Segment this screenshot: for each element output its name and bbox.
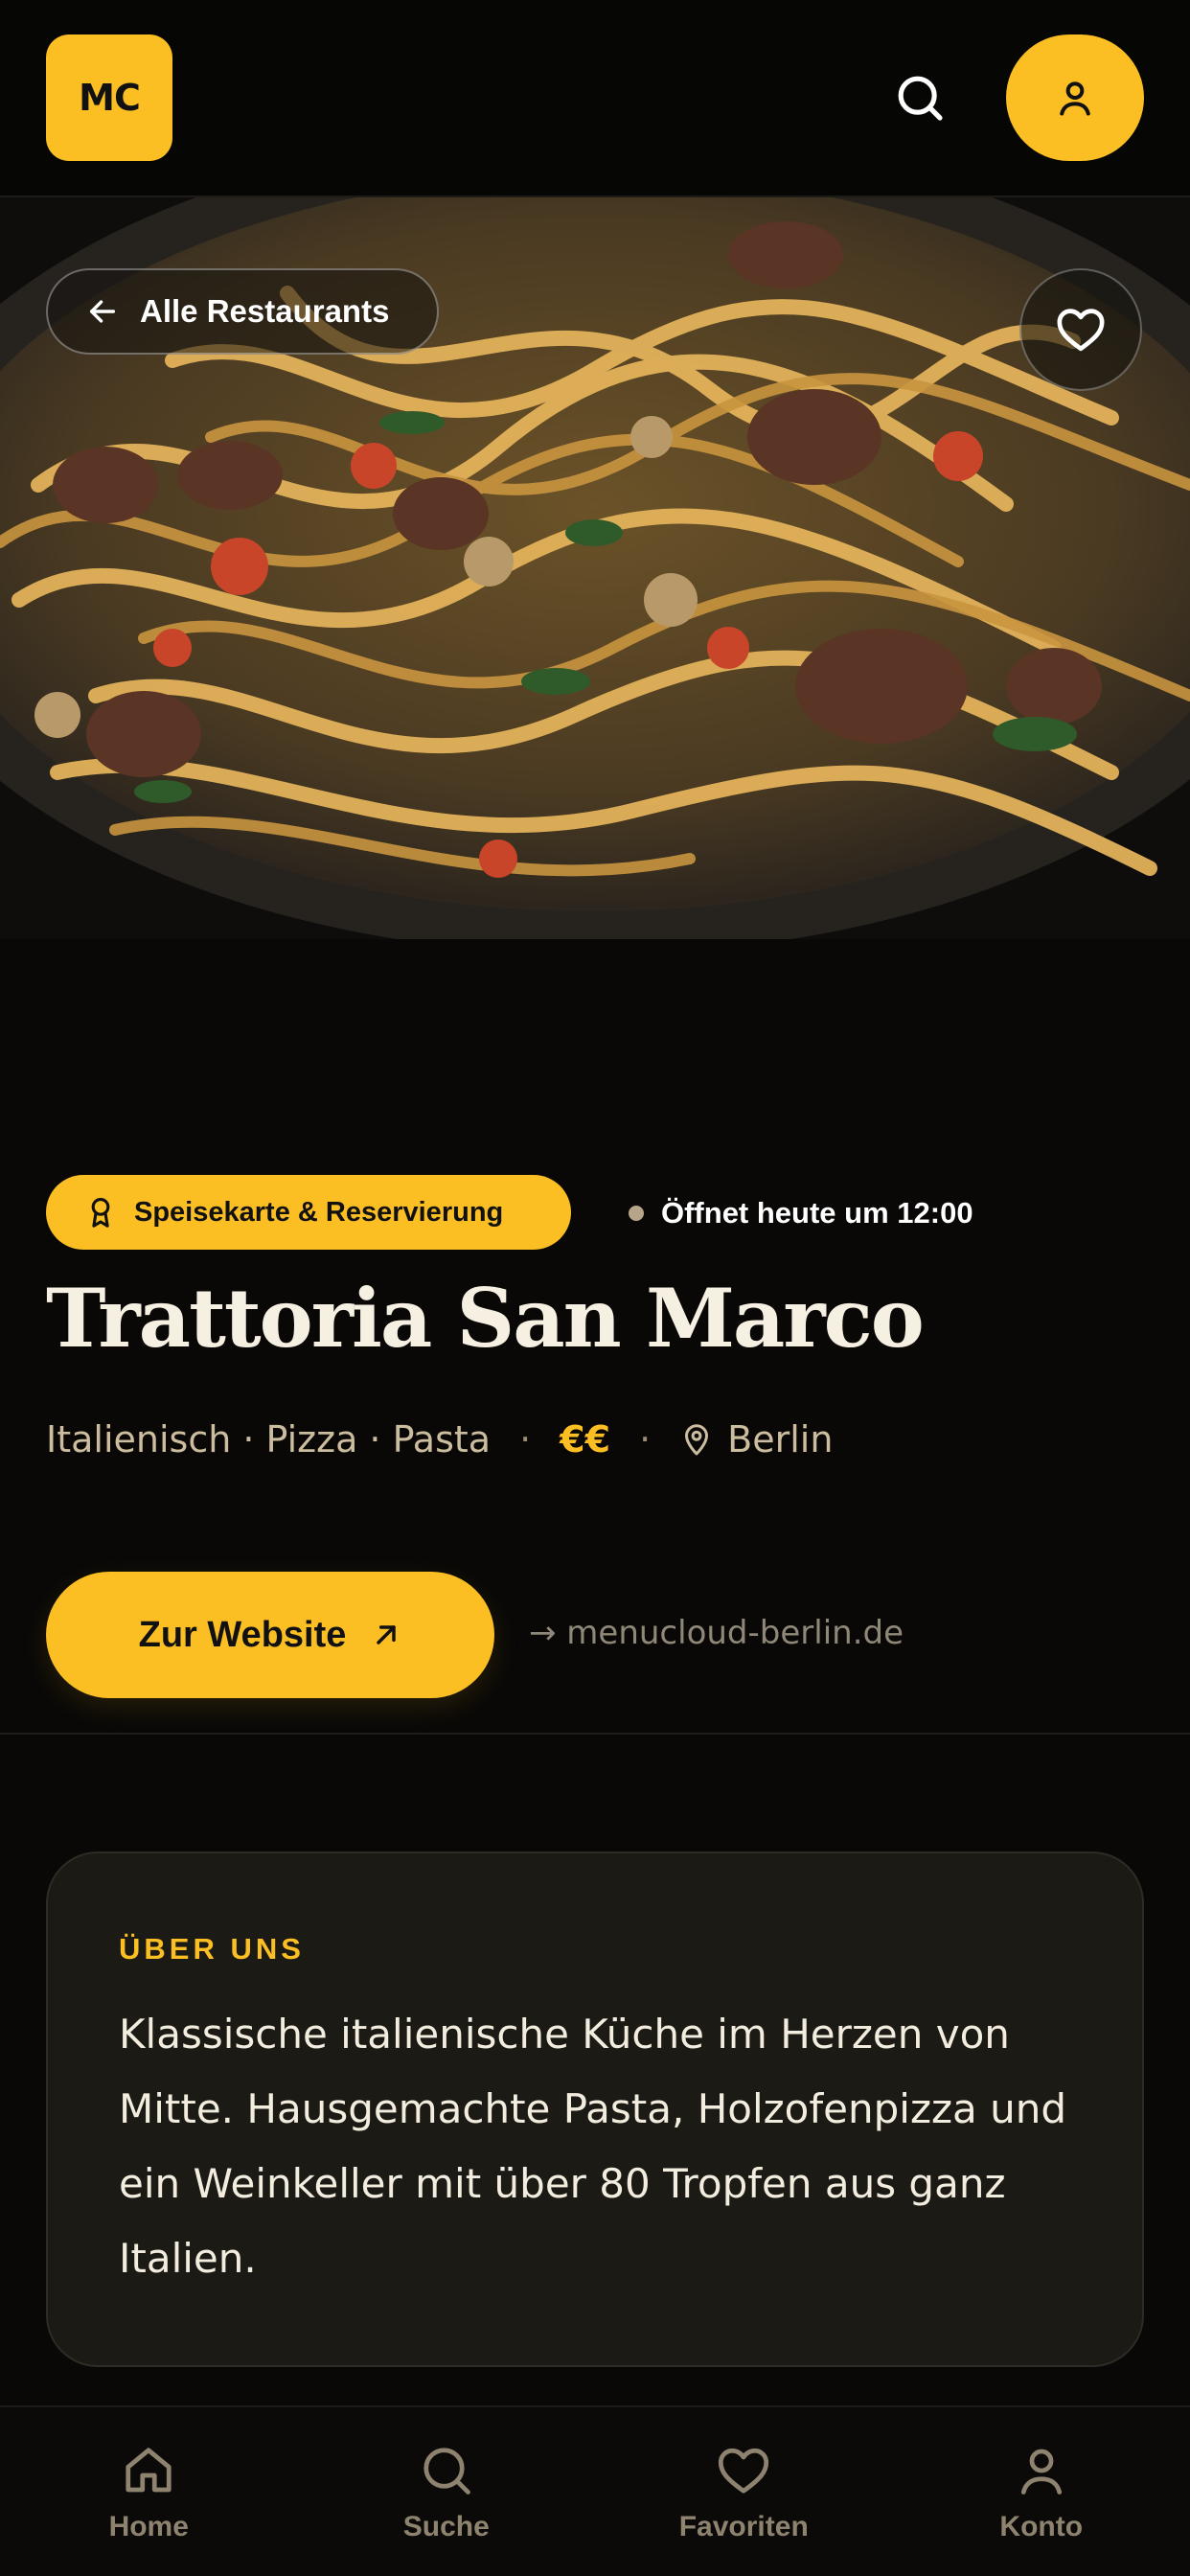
restaurant-name: Trattoria San Marco [46,1271,925,1366]
meta-separator: · [639,1418,652,1460]
nav-label-home: Home [108,2511,189,2542]
nav-item-home[interactable]: Home [29,2407,268,2576]
nav-label-favorites: Favoriten [678,2511,809,2542]
heart-icon [719,2448,769,2494]
search-icon [423,2448,470,2495]
arrow-up-right-icon [377,1625,397,1644]
opening-status: Öffnet heute um 12:00 [629,1194,973,1232]
badge-label: Speisekarte & Reservierung [134,1196,504,1228]
favorite-button[interactable] [1019,268,1142,391]
hero-image: Alle Restaurants [0,197,1190,939]
app-logo[interactable]: MC [46,34,172,161]
location: Berlin [679,1418,833,1460]
about-text: Klassische italienische Küche im Herzen … [119,2011,1067,2282]
opening-status-text: Öffnet heute um 12:00 [661,1196,973,1230]
website-button[interactable]: Zur Website [46,1572,494,1698]
about-card: ÜBER UNS Klassische italienische Küche i… [46,1852,1144,2367]
price-level: €€ [560,1418,611,1460]
map-pin-icon [685,1424,709,1456]
nav-label-search: Suche [402,2511,490,2542]
heart-icon [1057,309,1105,352]
account-button[interactable] [1006,34,1144,161]
search-icon [898,76,943,121]
section-divider [0,1733,1190,1735]
arrow-left-icon [89,300,116,323]
cuisine-list: Italienisch · Pizza · Pasta [46,1418,492,1460]
nav-label-account: Konto [999,2511,1084,2542]
back-label: Alle Restaurants [140,293,390,329]
bottom-navigation: Home Suche Favoriten Konto [0,2405,1190,2576]
meta-separator: · [519,1418,532,1460]
nav-item-search[interactable]: Suche [327,2407,566,2576]
city-name: Berlin [727,1418,834,1460]
status-dot [629,1206,644,1221]
back-to-restaurants-button[interactable]: Alle Restaurants [46,268,439,355]
app-header: MC [0,0,1190,197]
website-url-link[interactable]: → menucloud-berlin.de [529,1614,904,1652]
user-icon [1060,81,1090,116]
nav-item-favorites[interactable]: Favoriten [624,2407,863,2576]
search-button[interactable] [881,59,958,136]
home-icon [126,2448,172,2493]
award-icon [91,1197,110,1228]
website-button-label: Zur Website [138,1614,347,1655]
menu-reservation-badge[interactable]: Speisekarte & Reservierung [46,1175,571,1250]
about-heading: ÜBER UNS [119,1932,305,1966]
user-icon [1020,2449,1062,2495]
restaurant-meta: Italienisch · Pizza · Pasta · €€ · Berli… [46,1413,833,1466]
nav-item-account[interactable]: Konto [922,2407,1161,2576]
